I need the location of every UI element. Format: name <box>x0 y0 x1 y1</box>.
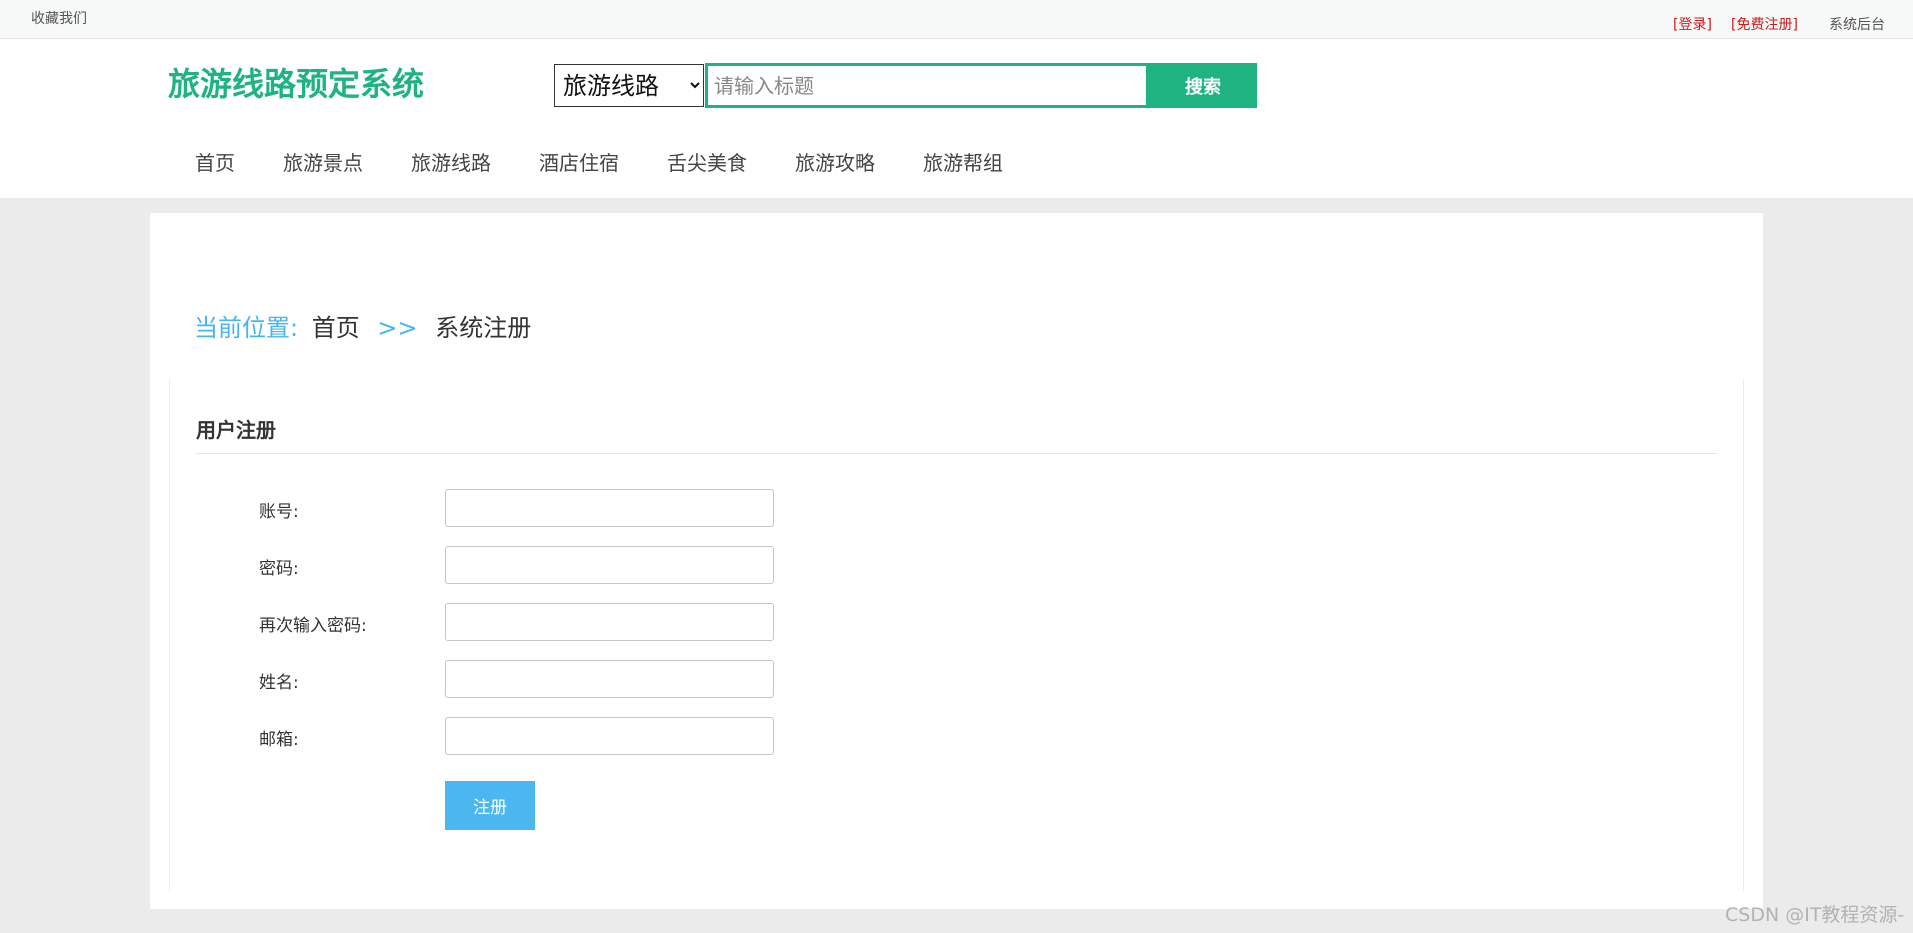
name-label: 姓名: <box>259 673 299 693</box>
breadcrumb-separator: >> <box>377 314 418 342</box>
nav-item-help[interactable]: 旅游帮组 <box>899 147 1027 176</box>
search-button[interactable]: 搜索 <box>1149 63 1257 108</box>
nav-item-home[interactable]: 首页 <box>170 147 259 176</box>
header: 旅游线路预定系统 旅游线路 搜索 首页 旅游景点 旅游线路 酒店住宿 舌尖美食 … <box>0 39 1913 198</box>
password-input[interactable] <box>445 546 774 584</box>
nav-item-guides[interactable]: 旅游攻略 <box>771 147 899 176</box>
breadcrumb-label: 当前位置: <box>194 314 299 342</box>
register-submit-button[interactable]: 注册 <box>445 781 535 830</box>
register-link[interactable]: [免费注册] <box>1731 14 1798 34</box>
nav-item-routes[interactable]: 旅游线路 <box>387 147 515 176</box>
form-row-account: 账号: <box>170 489 870 527</box>
search-input[interactable] <box>705 63 1149 108</box>
account-label: 账号: <box>259 502 299 522</box>
breadcrumb-current: 系统注册 <box>435 314 532 342</box>
name-input[interactable] <box>445 660 774 698</box>
nav-item-food[interactable]: 舌尖美食 <box>643 147 771 176</box>
site-logo[interactable]: 旅游线路预定系统 <box>168 59 424 105</box>
account-input[interactable] <box>445 489 774 527</box>
main-nav: 首页 旅游景点 旅游线路 酒店住宿 舌尖美食 旅游攻略 旅游帮组 <box>170 147 1027 176</box>
password-label: 密码: <box>259 559 299 579</box>
form-row-email: 邮箱: <box>170 717 870 755</box>
register-panel: 用户注册 账号: 密码: 再次输入密码: 姓名: 邮箱: 注册 <box>169 379 1744 891</box>
nav-item-attractions[interactable]: 旅游景点 <box>259 147 387 176</box>
admin-link[interactable]: 系统后台 <box>1829 14 1885 34</box>
email-input[interactable] <box>445 717 774 755</box>
favorite-link[interactable]: 收藏我们 <box>31 8 87 28</box>
form-row-confirm-password: 再次输入密码: <box>170 603 870 641</box>
nav-item-hotels[interactable]: 酒店住宿 <box>515 147 643 176</box>
email-label: 邮箱: <box>259 730 299 750</box>
form-row-password: 密码: <box>170 546 870 584</box>
confirm-password-label: 再次输入密码: <box>259 616 367 636</box>
login-link[interactable]: [登录] <box>1673 14 1712 34</box>
form-row-name: 姓名: <box>170 660 870 698</box>
top-bar: 收藏我们 [登录] [免费注册] 系统后台 <box>0 0 1913 39</box>
panel-divider <box>196 453 1717 454</box>
main-card: 当前位置: 首页 >> 系统注册 用户注册 账号: 密码: 再次输入密码: 姓名… <box>150 213 1763 909</box>
confirm-password-input[interactable] <box>445 603 774 641</box>
breadcrumb: 当前位置: 首页 >> 系统注册 <box>194 308 531 343</box>
panel-title: 用户注册 <box>196 418 276 442</box>
csdn-watermark: CSDN @IT教程资源- <box>1725 904 1905 926</box>
breadcrumb-home-link[interactable]: 首页 <box>312 314 360 342</box>
search-category-select[interactable]: 旅游线路 <box>554 64 704 107</box>
